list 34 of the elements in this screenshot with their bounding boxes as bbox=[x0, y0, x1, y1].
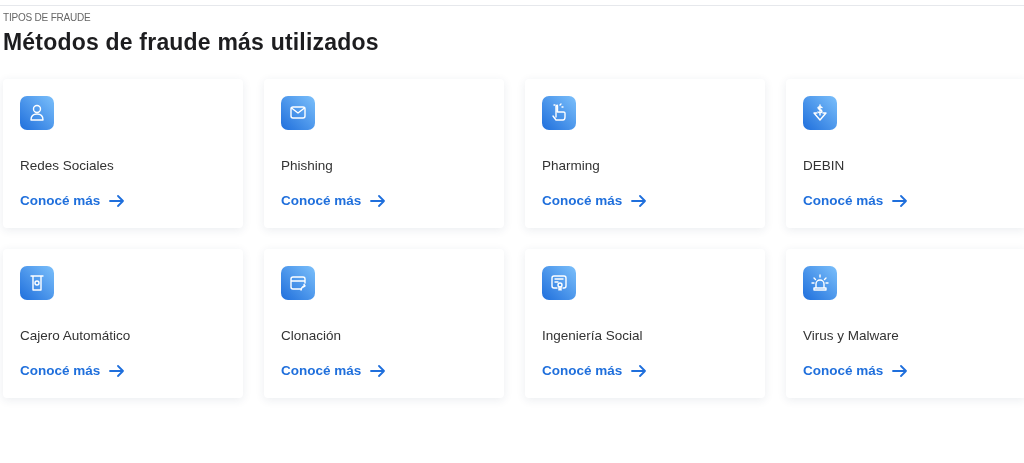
arrow-right-icon bbox=[631, 194, 648, 207]
atm-icon bbox=[20, 266, 54, 300]
card-title: Ingeniería Social bbox=[542, 328, 643, 343]
hand-icon bbox=[542, 96, 576, 130]
arrow-right-icon bbox=[892, 364, 909, 377]
card-title: Clonación bbox=[281, 328, 342, 343]
learn-more-link[interactable]: Conocé más bbox=[281, 193, 387, 208]
learn-more-link[interactable]: Conocé más bbox=[803, 363, 909, 378]
arrow-right-icon bbox=[631, 364, 648, 377]
section-eyebrow: TIPOS DE FRAUDE bbox=[3, 12, 92, 23]
section-title: Métodos de fraude más utilizados bbox=[3, 29, 380, 56]
learn-more-link[interactable]: Conocé más bbox=[20, 363, 126, 378]
card-title: DEBIN bbox=[803, 158, 845, 173]
card-title: Pharming bbox=[542, 158, 600, 173]
card-title: Cajero Automático bbox=[20, 328, 131, 343]
certificate-icon bbox=[542, 266, 576, 300]
card-title: Virus y Malware bbox=[803, 328, 899, 343]
siren-icon bbox=[803, 266, 837, 300]
learn-more-link[interactable]: Conocé más bbox=[281, 363, 387, 378]
learn-more-link[interactable]: Conocé más bbox=[20, 193, 126, 208]
learn-more-link[interactable]: Conocé más bbox=[542, 193, 648, 208]
arrow-right-icon bbox=[370, 194, 387, 207]
card-title: Redes Sociales bbox=[20, 158, 114, 173]
arrow-right-icon bbox=[370, 364, 387, 377]
learn-more-link[interactable]: Conocé más bbox=[542, 363, 648, 378]
envelope-icon bbox=[281, 96, 315, 130]
person-icon bbox=[20, 96, 54, 130]
learn-more-link[interactable]: Conocé más bbox=[803, 193, 909, 208]
arrow-right-icon bbox=[892, 194, 909, 207]
money-icon bbox=[803, 96, 837, 130]
arrow-right-icon bbox=[109, 194, 126, 207]
arrow-right-icon bbox=[109, 364, 126, 377]
card-title: Phishing bbox=[281, 158, 333, 173]
card-icon bbox=[281, 266, 315, 300]
